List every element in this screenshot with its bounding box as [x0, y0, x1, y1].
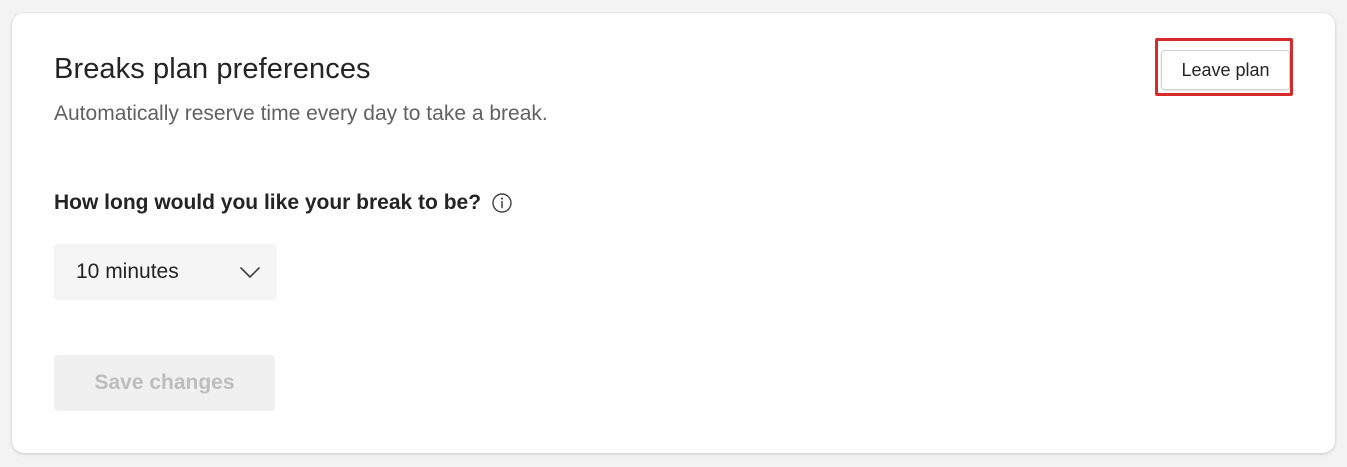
leave-plan-button[interactable]: Leave plan — [1161, 50, 1290, 90]
save-changes-button[interactable]: Save changes — [54, 355, 275, 411]
info-icon[interactable] — [491, 192, 513, 214]
chevron-down-icon — [239, 262, 261, 282]
page-subtitle: Automatically reserve time every day to … — [54, 102, 548, 125]
break-length-selected-value: 10 minutes — [76, 260, 179, 283]
break-length-question-row: How long would you like your break to be… — [54, 191, 513, 215]
page-title: Breaks plan preferences — [54, 53, 371, 85]
break-length-dropdown[interactable]: 10 minutes — [54, 244, 277, 300]
breaks-plan-card: Breaks plan preferences Automatically re… — [12, 13, 1335, 453]
break-length-question: How long would you like your break to be… — [54, 191, 482, 214]
